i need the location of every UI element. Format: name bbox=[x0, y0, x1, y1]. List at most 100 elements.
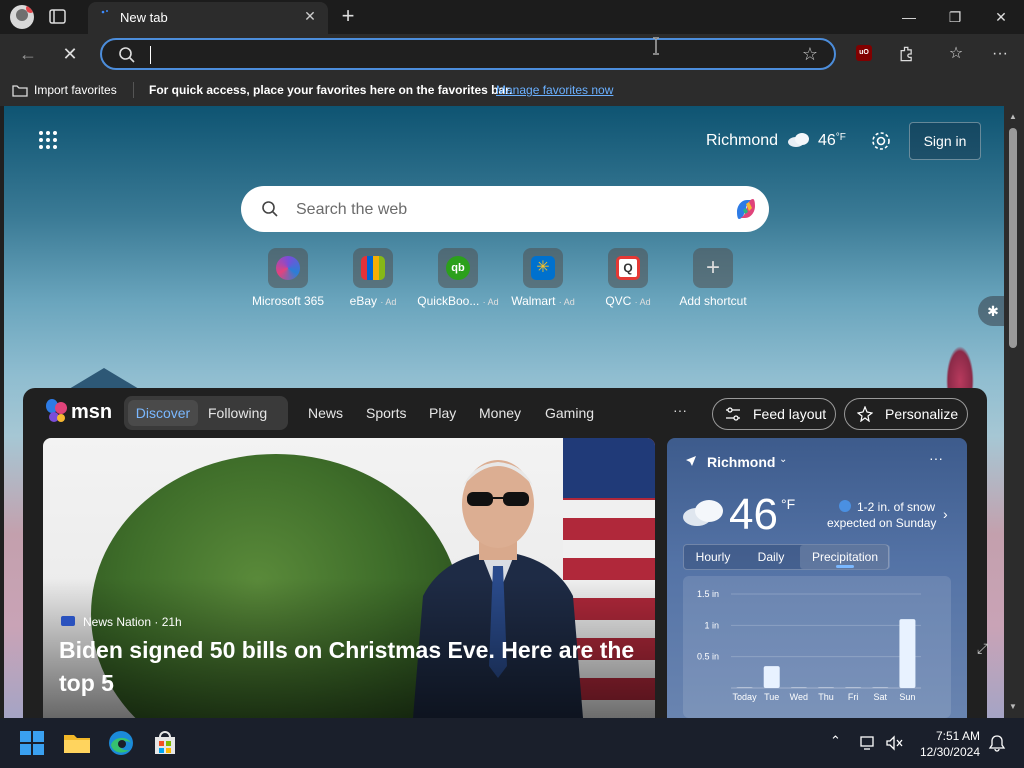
copilot-icon[interactable] bbox=[731, 194, 761, 224]
feed-layout-button[interactable]: Feed layout bbox=[712, 398, 836, 430]
favorites-hint-text: For quick access, place your favorites h… bbox=[149, 83, 513, 97]
precipitation-chart: 0.5 in 1 in 1.5 in Today Tue Wed Thu Fri Sat Sun bbox=[683, 576, 951, 718]
quick-link-quickbooks[interactable]: qb QuickBoo... · Ad bbox=[417, 248, 499, 318]
page-scrollbar[interactable]: ▲ ▼ bbox=[1004, 106, 1024, 718]
chart-ytick-label: 1 in bbox=[704, 620, 719, 630]
personalize-button[interactable]: Personalize bbox=[844, 398, 968, 430]
extensions-icon[interactable] bbox=[895, 42, 919, 66]
profile-avatar[interactable] bbox=[10, 5, 34, 29]
quick-link-ebay[interactable]: eBay · Ad bbox=[333, 248, 413, 318]
quick-link-qvc[interactable]: Q QVC · Ad bbox=[588, 248, 668, 318]
notification-bell-icon[interactable] bbox=[988, 734, 1006, 752]
tab-daily[interactable]: Daily bbox=[742, 545, 800, 569]
system-clock[interactable]: 7:51 AM 12/30/2024 bbox=[916, 728, 980, 760]
scroll-up-icon[interactable]: ▲ bbox=[1008, 112, 1018, 122]
background-settings-icon[interactable]: ✱ bbox=[978, 296, 1004, 326]
edge-browser-icon[interactable] bbox=[105, 727, 137, 759]
weather-temp: 46°F bbox=[818, 132, 846, 149]
nav-news[interactable]: News bbox=[308, 405, 343, 421]
expand-icon[interactable]: ⤢ bbox=[977, 640, 993, 656]
toolbar: ← ✕ ☆ uO ☆ ··· bbox=[0, 34, 1024, 74]
clock-time: 7:51 AM bbox=[935, 729, 980, 743]
tab-discover[interactable]: Discover bbox=[128, 400, 198, 426]
nav-gaming[interactable]: Gaming bbox=[545, 405, 594, 421]
ebay-icon bbox=[353, 248, 393, 288]
hero-article-card[interactable]: News Nation · 21h Biden signed 50 bills … bbox=[43, 438, 655, 718]
nav-play[interactable]: Play bbox=[429, 405, 456, 421]
quick-links: Microsoft 365 eBay · Ad qb QuickBoo... ·… bbox=[248, 248, 788, 318]
favorites-divider bbox=[133, 82, 134, 98]
web-search-box[interactable]: Search the web bbox=[241, 186, 769, 232]
snow-forecast-line2[interactable]: expected on Sunday bbox=[827, 516, 936, 530]
page-settings-gear-icon[interactable] bbox=[870, 130, 892, 152]
tab-precipitation[interactable]: Precipitation bbox=[800, 545, 890, 569]
tab-following[interactable]: Following bbox=[208, 400, 267, 426]
close-tab-icon[interactable]: ✕ bbox=[302, 8, 318, 24]
sliders-icon bbox=[726, 407, 740, 421]
chart-bar-wed bbox=[790, 687, 807, 688]
msn-feed: msn Discover Following News Sports Play … bbox=[23, 388, 988, 718]
tab-hourly[interactable]: Hourly bbox=[684, 545, 742, 569]
chart-xtick-label: Wed bbox=[790, 692, 808, 702]
weather-card-temp: 46 bbox=[729, 490, 778, 539]
scroll-down-icon[interactable]: ▼ bbox=[1008, 702, 1018, 712]
favorites-icon[interactable]: ☆ bbox=[944, 42, 968, 66]
chart-bar-fri bbox=[845, 687, 862, 688]
text-cursor-icon bbox=[653, 37, 659, 55]
nav-sports[interactable]: Sports bbox=[366, 405, 406, 421]
quick-link-walmart[interactable]: ✳ Walmart · Ad bbox=[503, 248, 583, 318]
quick-link-microsoft-365[interactable]: Microsoft 365 bbox=[248, 248, 328, 318]
cloudy-icon bbox=[788, 133, 809, 147]
text-caret bbox=[150, 46, 151, 64]
volume-muted-icon[interactable] bbox=[886, 735, 904, 751]
app-launcher-icon[interactable] bbox=[38, 130, 58, 150]
weather-card: Richmond ⌄ ··· 46 °F 1-2 in. of snow exp… bbox=[667, 438, 967, 718]
weather-card-more-button[interactable]: ··· bbox=[929, 450, 943, 466]
qvc-icon: Q bbox=[608, 248, 648, 288]
add-shortcut-button[interactable]: + Add shortcut bbox=[673, 248, 753, 318]
restore-icon[interactable]: ❐ bbox=[932, 0, 978, 34]
chevron-right-icon[interactable]: › bbox=[943, 506, 948, 522]
browser-window: New tab ✕ + — ❐ ✕ ← ✕ ☆ uO ☆ ··· Import … bbox=[0, 0, 1024, 768]
chart-xtick-label: Fri bbox=[848, 692, 859, 702]
windows-start-icon[interactable] bbox=[16, 727, 48, 759]
hero-source: News Nation · 21h bbox=[83, 615, 182, 629]
network-icon[interactable] bbox=[860, 735, 878, 751]
weather-city: Richmond bbox=[706, 132, 779, 149]
chevron-down-icon[interactable]: ⌄ bbox=[779, 454, 787, 465]
nav-more-button[interactable]: ··· bbox=[673, 402, 687, 418]
settings-more-icon[interactable]: ··· bbox=[988, 42, 1012, 66]
file-explorer-icon[interactable] bbox=[61, 727, 93, 759]
new-tab-button[interactable]: + bbox=[336, 5, 360, 29]
tab-new-tab[interactable]: New tab ✕ bbox=[88, 2, 328, 34]
minimize-icon[interactable]: — bbox=[886, 0, 932, 34]
manage-favorites-link[interactable]: Manage favorites now bbox=[496, 83, 613, 97]
address-bar[interactable]: ☆ bbox=[100, 38, 836, 70]
chart-ytick-label: 1.5 in bbox=[697, 589, 719, 599]
sign-in-button[interactable]: Sign in bbox=[909, 122, 981, 160]
nav-money[interactable]: Money bbox=[479, 405, 521, 421]
snow-forecast-line1[interactable]: 1-2 in. of snow bbox=[857, 500, 935, 514]
tab-bar: New tab ✕ + — ❐ ✕ bbox=[0, 0, 1024, 34]
microsoft-365-icon bbox=[268, 248, 308, 288]
hero-headline[interactable]: Biden signed 50 bills on Christmas Eve. … bbox=[59, 634, 639, 700]
stop-loading-icon[interactable]: ✕ bbox=[58, 42, 82, 66]
tab-actions-icon[interactable] bbox=[48, 8, 68, 26]
ublock-extension-icon[interactable]: uO bbox=[856, 45, 872, 61]
precipitation-chart-svg: 0.5 in 1 in 1.5 in Today Tue Wed Thu Fri Sat Sun bbox=[697, 589, 921, 702]
close-window-icon[interactable]: ✕ bbox=[978, 0, 1024, 34]
microsoft-store-icon[interactable] bbox=[149, 727, 181, 759]
snow-alert-icon bbox=[839, 500, 851, 512]
chart-xtick-label: Sat bbox=[874, 692, 888, 702]
favorites-bar: Import favorites For quick access, place… bbox=[0, 74, 1024, 106]
active-tab-indicator bbox=[836, 565, 854, 568]
show-hidden-icons-chevron-icon[interactable]: ⌃ bbox=[830, 733, 841, 749]
back-icon[interactable]: ← bbox=[16, 42, 40, 66]
tab-title: New tab bbox=[120, 10, 168, 25]
msn-logo[interactable]: msn bbox=[45, 398, 115, 424]
scrollbar-thumb[interactable] bbox=[1009, 128, 1017, 348]
weather-card-location[interactable]: Richmond bbox=[707, 454, 775, 470]
walmart-icon: ✳ bbox=[523, 248, 563, 288]
favorite-star-icon[interactable]: ☆ bbox=[800, 44, 820, 64]
import-favorites-button[interactable]: Import favorites bbox=[34, 83, 117, 97]
